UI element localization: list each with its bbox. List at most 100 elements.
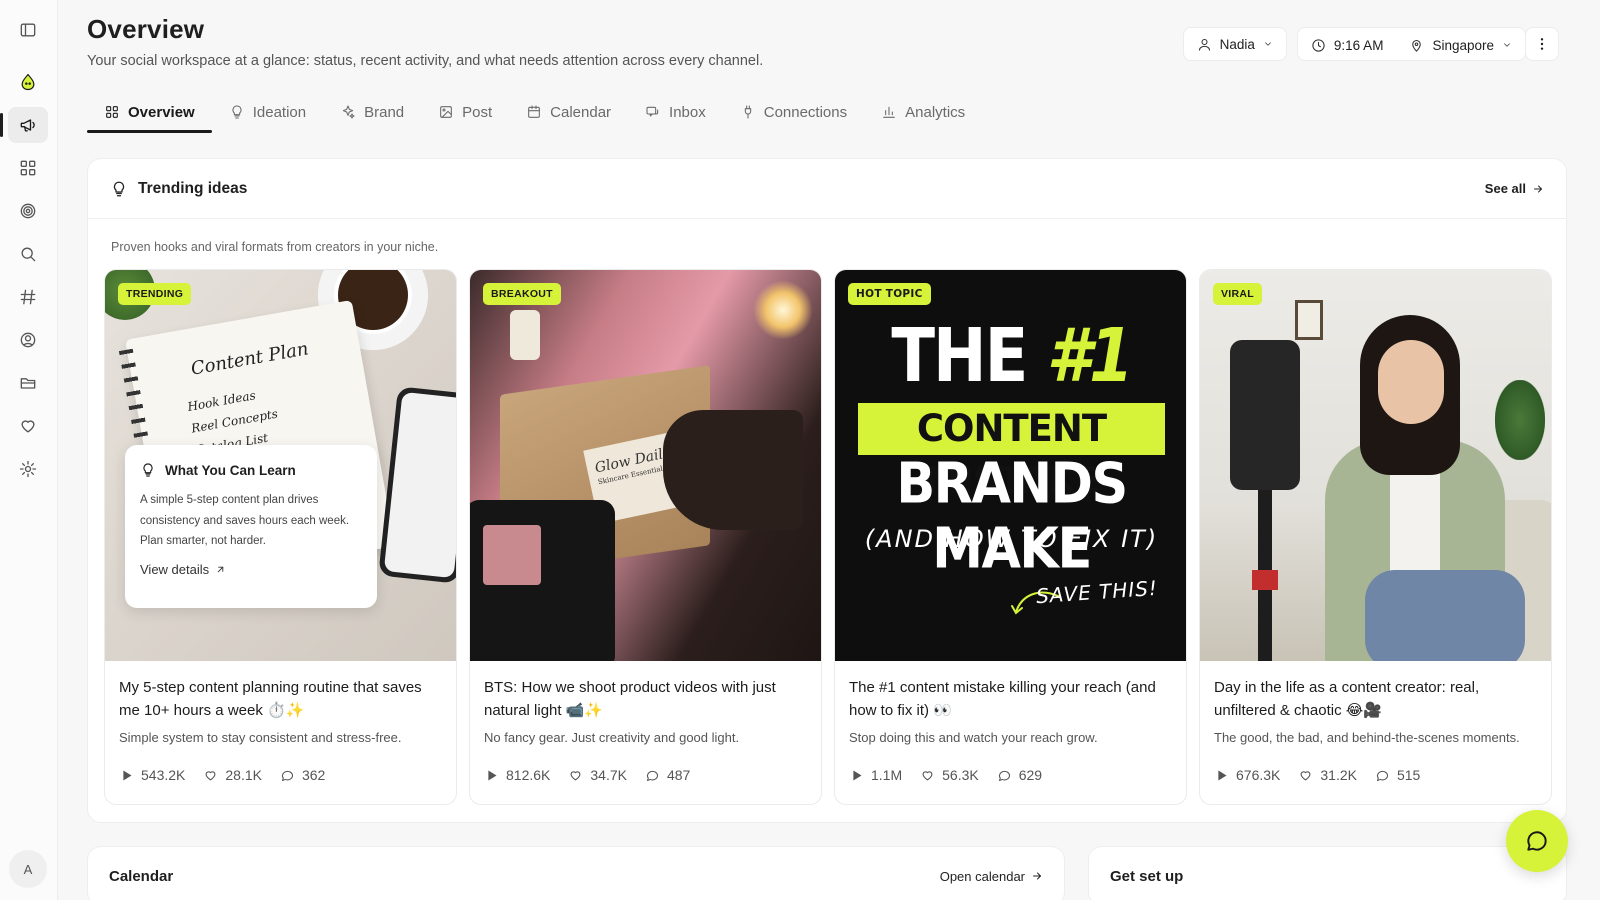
calendar-icon: [528, 105, 541, 118]
sidebar-toggle-button[interactable]: [8, 12, 48, 48]
card-thumbnail[interactable]: Glow Daily Skincare Essentials BREAKOUT: [470, 270, 821, 661]
card-body: My 5-step content planning routine that …: [105, 661, 456, 783]
play-icon: [123, 770, 132, 780]
notebook-title: Content Plan: [189, 338, 311, 380]
search-icon: [21, 247, 36, 262]
comments-count: 487: [666, 767, 691, 783]
open-calendar-link[interactable]: Open calendar: [940, 869, 1043, 884]
wall-frame-decoration: [1295, 300, 1323, 340]
comments-stat: 362: [280, 767, 325, 783]
card-badge: VIRAL: [1213, 283, 1262, 305]
tab-analytics[interactable]: Analytics: [864, 92, 982, 132]
likes-stat: 34.7K: [568, 767, 627, 783]
location-switcher[interactable]: Singapore: [1396, 28, 1525, 62]
brand-logo[interactable]: [8, 64, 48, 100]
comment-icon: [646, 770, 658, 781]
card-stats: 812.6K 34.7K 487: [484, 767, 807, 783]
tab-post[interactable]: Post: [421, 92, 509, 132]
likes-stat: 56.3K: [920, 767, 979, 783]
tab-label: Calendar: [550, 103, 612, 121]
chat-button[interactable]: [1506, 810, 1568, 872]
card-stats: 676.3K 31.2K 515: [1214, 767, 1537, 783]
see-all-link[interactable]: See all: [1485, 181, 1544, 196]
calendar-title: Calendar: [109, 867, 174, 885]
card-badge: TRENDING: [118, 283, 192, 305]
comment-icon: [281, 770, 293, 781]
arrow-right-icon: [1033, 872, 1041, 880]
lightbulb-icon: [232, 105, 242, 119]
thumbnail-subheadline: (AND HOW TO FIX IT): [864, 525, 1159, 553]
tab-ideation[interactable]: Ideation: [212, 92, 323, 132]
comment-icon: [998, 770, 1010, 781]
likes-count: 34.7K: [590, 767, 627, 783]
rail-item-apps[interactable]: [8, 150, 48, 186]
time-display[interactable]: 9:16 AM: [1298, 28, 1397, 62]
rail-item-favorites[interactable]: [8, 408, 48, 444]
panel-title-text: Trending ideas: [138, 179, 248, 197]
rail-item-goals[interactable]: [8, 193, 48, 229]
trending-card[interactable]: THE #1 CONTENT MISTAKE BRANDS MAKE (AND …: [834, 269, 1187, 805]
likes-stat: 31.2K: [1298, 767, 1357, 783]
card-stats: 1.1M 56.3K 629: [849, 767, 1172, 783]
popover-title-text: What You Can Learn: [165, 462, 296, 478]
tab-brand[interactable]: Brand: [323, 92, 421, 132]
rail-item-hashtags[interactable]: [8, 279, 48, 315]
views-stat: 812.6K: [484, 767, 550, 783]
card-description: The good, the bad, and behind-the-scenes…: [1214, 730, 1520, 745]
comments-stat: 487: [645, 767, 690, 783]
tab-inbox[interactable]: Inbox: [628, 92, 723, 132]
user-switcher[interactable]: Nadia: [1182, 27, 1287, 61]
tab-calendar[interactable]: Calendar: [509, 92, 628, 132]
megaphone-icon: [20, 119, 35, 132]
play-icon: [488, 770, 497, 780]
rail-item-settings[interactable]: [8, 451, 48, 487]
gear-icon: [19, 460, 37, 478]
card-description: No fancy gear. Just creativity and good …: [484, 730, 740, 745]
tab-label: Analytics: [905, 103, 966, 121]
card-thumbnail[interactable]: VIRAL: [1200, 270, 1551, 661]
tab-label: Post: [462, 103, 493, 121]
rail-item-search[interactable]: [8, 236, 48, 272]
card-thumbnail[interactable]: THE #1 CONTENT MISTAKE BRANDS MAKE (AND …: [835, 270, 1186, 661]
time-text: 9:16 AM: [1333, 37, 1384, 53]
user-circle-icon: [20, 332, 36, 348]
tab-connections[interactable]: Connections: [723, 92, 864, 132]
more-options-button[interactable]: [1525, 27, 1559, 61]
person-shirt: [1390, 460, 1440, 580]
trending-card[interactable]: Glow Daily Skincare Essentials BREAKOUT …: [469, 269, 822, 805]
headline-highlight: #1: [1046, 314, 1134, 400]
rail-item-files[interactable]: [8, 365, 48, 401]
view-details-link[interactable]: View details: [140, 562, 362, 577]
card-thumbnail[interactable]: Content Plan Hook Ideas Reel Concepts Ca…: [105, 270, 456, 661]
trending-card[interactable]: Content Plan Hook Ideas Reel Concepts Ca…: [104, 269, 457, 805]
target-icon: [20, 203, 36, 219]
chevron-down-icon: [1504, 43, 1510, 47]
comments-stat: 515: [1375, 767, 1420, 783]
rail-item-profile[interactable]: [8, 322, 48, 358]
chevron-down-icon: [1265, 42, 1271, 46]
hashtag-icon: [20, 289, 36, 305]
tab-label: Overview: [128, 103, 195, 121]
page-subtitle: Your social workspace at a glance: statu…: [87, 53, 764, 69]
thumbnail-headline-highlight: CONTENT MISTAKE: [858, 403, 1165, 502]
tab-overview[interactable]: Overview: [87, 92, 212, 133]
get-set-up-title: Get set up: [1110, 867, 1184, 885]
hand-decoration: [663, 410, 803, 530]
card-title: Day in the life as a content creator: re…: [1214, 679, 1480, 719]
person-face: [1378, 340, 1444, 424]
trending-card[interactable]: VIRAL Day in the life as a content creat…: [1199, 269, 1552, 805]
popover-title: What You Can Learn: [140, 462, 362, 478]
avatar[interactable]: A: [9, 850, 47, 888]
views-count: 543.2K: [141, 767, 186, 783]
top-controls: Nadia 9:16 AM Singapore: [1182, 27, 1526, 62]
plant-decoration: [1495, 380, 1545, 460]
person-jeans: [1365, 570, 1525, 661]
lightbulb-icon: [143, 463, 153, 477]
likes-count: 28.1K: [225, 767, 262, 783]
trending-cards: Content Plan Hook Ideas Reel Concepts Ca…: [104, 269, 1552, 805]
likes-count: 31.2K: [1320, 767, 1357, 783]
rail-item-social[interactable]: [0, 107, 48, 143]
camera-decoration: [470, 500, 615, 661]
views-count: 812.6K: [506, 767, 551, 783]
card-title: The #1 content mistake killing your reac…: [849, 679, 1156, 719]
